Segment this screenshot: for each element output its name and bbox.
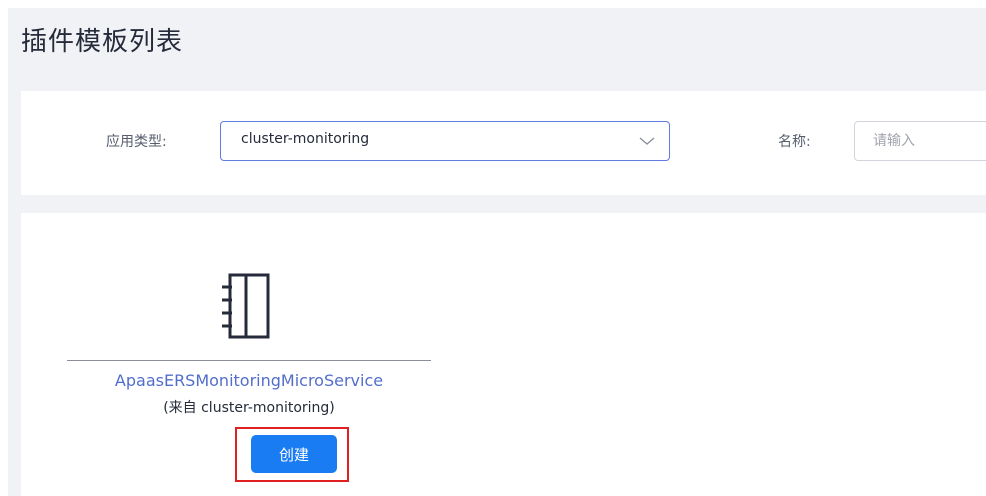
chevron-down-icon bbox=[639, 137, 655, 145]
plugin-card: ApaasERSMonitoringMicroService (来自 clust… bbox=[67, 213, 431, 496]
plugin-list-panel: ApaasERSMonitoringMicroService (来自 clust… bbox=[21, 213, 986, 496]
create-button[interactable]: 创建 bbox=[251, 435, 337, 473]
name-label: 名称: bbox=[778, 134, 811, 150]
card-divider bbox=[67, 360, 431, 361]
page-title: 插件模板列表 bbox=[21, 27, 184, 57]
plugin-name-link[interactable]: ApaasERSMonitoringMicroService bbox=[67, 370, 431, 392]
filter-panel: 应用类型: cluster-monitoring 名称: bbox=[21, 91, 986, 195]
plugin-source: (来自 cluster-monitoring) bbox=[163, 400, 335, 416]
app-type-select-value: cluster-monitoring bbox=[241, 131, 370, 147]
notebook-icon bbox=[222, 273, 270, 339]
name-search-input[interactable] bbox=[854, 121, 986, 161]
app-type-select[interactable]: cluster-monitoring bbox=[220, 121, 670, 161]
app-type-label: 应用类型: bbox=[106, 134, 167, 150]
